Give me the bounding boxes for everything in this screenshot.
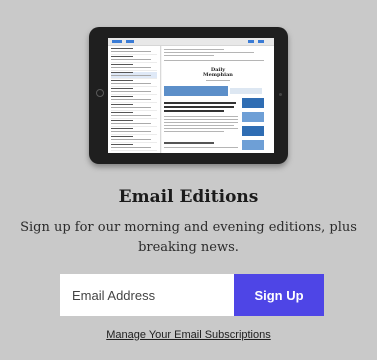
tablet-toolbar xyxy=(108,38,274,46)
tablet-newsletter-preview: Daily Memphian xyxy=(162,46,274,153)
promo-description: Sign up for our morning and evening edit… xyxy=(20,220,357,255)
email-address-input[interactable] xyxy=(60,274,234,316)
email-editions-promo: Daily Memphian Email Editions Sign up fo… xyxy=(0,0,377,360)
newsletter-headline xyxy=(164,102,236,104)
newsletter-banner-secondary xyxy=(230,88,262,94)
tablet-screen: Daily Memphian xyxy=(108,38,274,153)
tablet-home-button-icon xyxy=(96,89,104,97)
promo-title: Email Editions xyxy=(118,187,259,207)
manage-subscriptions-link[interactable]: Manage Your Email Subscriptions xyxy=(0,329,377,341)
tablet-camera-icon xyxy=(279,93,282,96)
sign-up-button[interactable]: Sign Up xyxy=(234,274,324,316)
tablet-inbox-list xyxy=(108,46,161,153)
newsletter-masthead: Daily Memphian xyxy=(203,67,233,78)
tablet-illustration: Daily Memphian xyxy=(89,27,288,164)
newsletter-banner xyxy=(164,86,228,96)
